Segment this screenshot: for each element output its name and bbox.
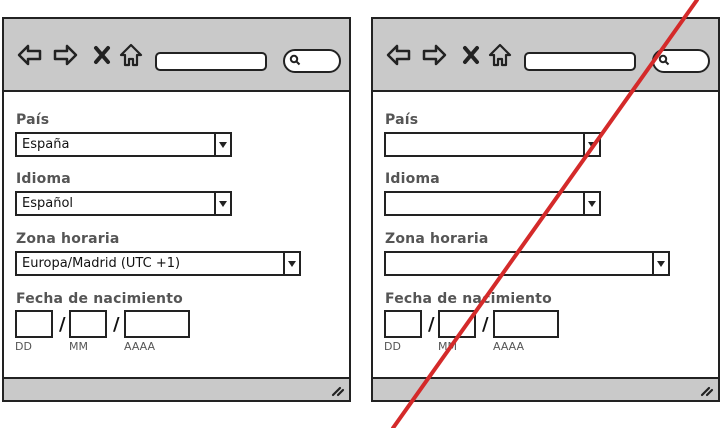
day-hint: DD xyxy=(384,340,401,353)
browser-toolbar xyxy=(373,19,718,92)
back-arrow-icon[interactable] xyxy=(386,43,412,67)
search-field[interactable] xyxy=(652,49,710,73)
birthdate-year-input[interactable] xyxy=(493,310,559,338)
search-field[interactable] xyxy=(283,49,341,73)
search-icon xyxy=(289,54,301,66)
home-icon[interactable] xyxy=(488,43,512,67)
birthdate-label: Fecha de nacimiento xyxy=(385,291,552,307)
month-hint: MM xyxy=(69,340,88,353)
browser-window-empty: País Idioma Zona horaria Fecha de nacimi… xyxy=(371,17,720,402)
birthdate-month-input[interactable] xyxy=(438,310,476,338)
day-hint: DD xyxy=(15,340,32,353)
language-label: Idioma xyxy=(16,171,71,187)
date-separator: / xyxy=(482,314,489,335)
browser-toolbar xyxy=(4,19,349,92)
month-hint: MM xyxy=(438,340,457,353)
country-select[interactable]: España xyxy=(15,132,232,157)
language-select[interactable]: Español xyxy=(15,191,232,216)
search-icon xyxy=(658,54,670,66)
timezone-select[interactable] xyxy=(384,251,670,276)
birthdate-day-input[interactable] xyxy=(384,310,422,338)
close-icon[interactable] xyxy=(93,43,111,67)
chevron-down-icon[interactable] xyxy=(283,253,299,274)
chevron-down-icon[interactable] xyxy=(214,193,230,214)
address-bar[interactable] xyxy=(524,52,636,71)
country-label: País xyxy=(385,112,419,128)
address-bar[interactable] xyxy=(155,52,267,71)
status-bar xyxy=(373,377,718,400)
year-hint: AAAA xyxy=(493,340,525,353)
browser-window-filled: País España Idioma Español Zona horaria … xyxy=(2,17,351,402)
language-select[interactable] xyxy=(384,191,601,216)
country-select[interactable] xyxy=(384,132,601,157)
birthdate-year-input[interactable] xyxy=(124,310,190,338)
timezone-select[interactable]: Europa/Madrid (UTC +1) xyxy=(15,251,301,276)
chevron-down-icon[interactable] xyxy=(652,253,668,274)
date-separator: / xyxy=(428,314,435,335)
birthdate-day-input[interactable] xyxy=(15,310,53,338)
timezone-value: Europa/Madrid (UTC +1) xyxy=(22,256,181,271)
timezone-label: Zona horaria xyxy=(385,231,489,247)
status-bar xyxy=(4,377,349,400)
language-value: Español xyxy=(22,196,74,211)
resize-grip-icon[interactable] xyxy=(700,382,714,397)
chevron-down-icon[interactable] xyxy=(214,134,230,155)
home-icon[interactable] xyxy=(119,43,143,67)
close-icon[interactable] xyxy=(462,43,480,67)
year-hint: AAAA xyxy=(124,340,156,353)
chevron-down-icon[interactable] xyxy=(583,193,599,214)
language-label: Idioma xyxy=(385,171,440,187)
date-separator: / xyxy=(59,314,66,335)
back-arrow-icon[interactable] xyxy=(17,43,43,67)
chevron-down-icon[interactable] xyxy=(583,134,599,155)
birthdate-month-input[interactable] xyxy=(69,310,107,338)
date-separator: / xyxy=(113,314,120,335)
country-label: País xyxy=(16,112,50,128)
forward-arrow-icon[interactable] xyxy=(52,43,78,67)
birthdate-label: Fecha de nacimiento xyxy=(16,291,183,307)
forward-arrow-icon[interactable] xyxy=(421,43,447,67)
country-value: España xyxy=(22,137,70,152)
timezone-label: Zona horaria xyxy=(16,231,120,247)
resize-grip-icon[interactable] xyxy=(331,382,345,397)
